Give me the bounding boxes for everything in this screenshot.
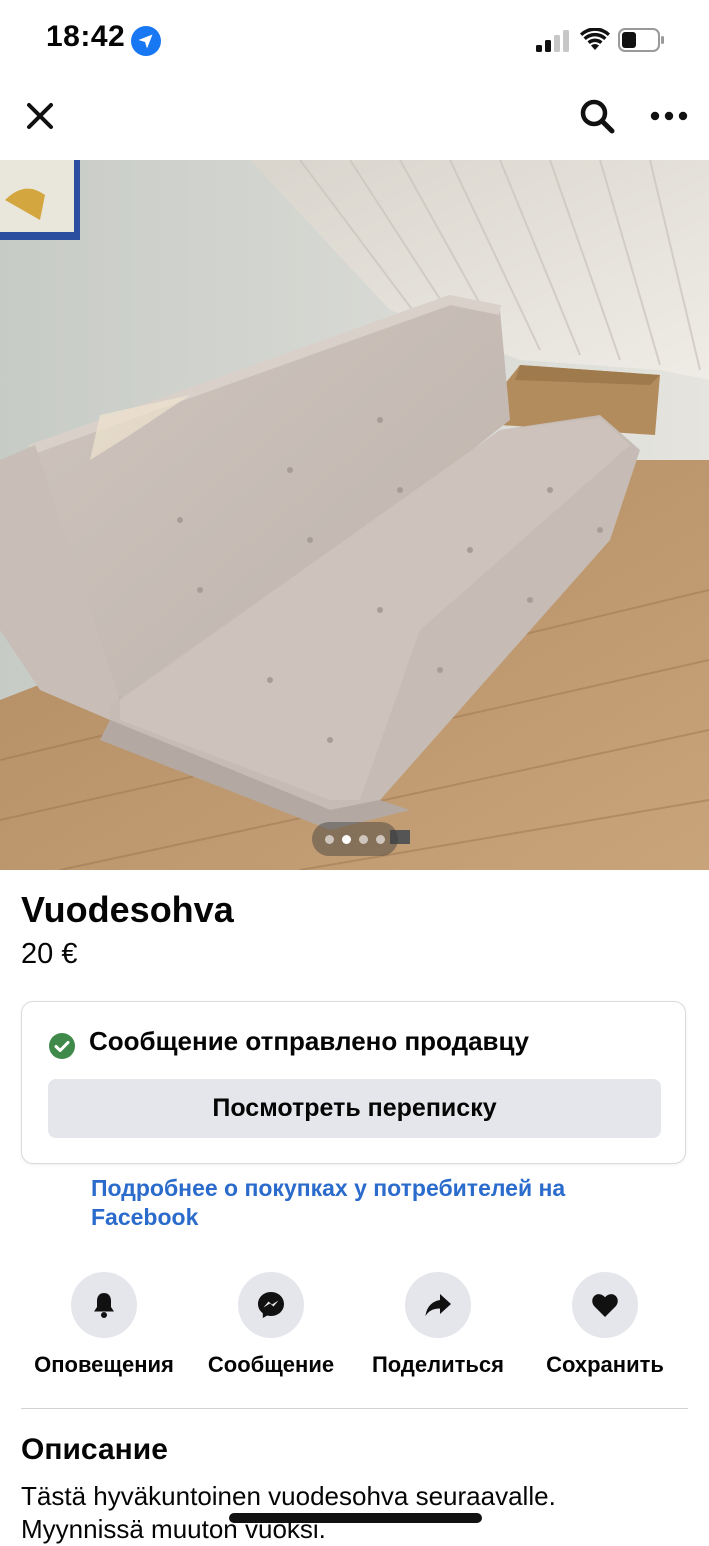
more-icon[interactable] <box>650 110 688 122</box>
message-status-text: Сообщение отправлено продавцу <box>89 1026 529 1056</box>
close-icon[interactable] <box>24 100 56 132</box>
section-divider <box>21 1408 688 1409</box>
action-label: Поделиться <box>371 1352 505 1377</box>
listing-price: 20 € <box>21 938 78 970</box>
pager-dot-active <box>342 835 351 844</box>
check-circle-icon <box>49 1033 75 1059</box>
pager-dot <box>325 835 334 844</box>
battery-icon <box>618 28 664 52</box>
message-sent-card: Сообщение отправлено продавцу Посмотреть… <box>21 1001 686 1164</box>
action-circle[interactable] <box>572 1272 638 1338</box>
learn-more-link[interactable]: Подробнее о покупках у потребителей на F… <box>91 1174 651 1232</box>
top-nav <box>0 80 709 160</box>
action-circle[interactable] <box>71 1272 137 1338</box>
save-action[interactable]: Сохранить <box>520 1272 690 1382</box>
cellular-signal-icon <box>536 30 569 52</box>
photo-pager <box>312 822 398 856</box>
status-bar: 18:42 <box>0 0 709 80</box>
search-icon[interactable] <box>578 97 616 135</box>
home-indicator[interactable] <box>229 1513 482 1523</box>
action-label: Сохранить <box>546 1352 664 1377</box>
location-arrow-icon <box>131 26 161 56</box>
listing-photo[interactable] <box>0 160 709 870</box>
notifications-action[interactable]: Оповещения <box>19 1272 189 1382</box>
view-conversation-button[interactable]: Посмотреть переписку <box>48 1079 661 1138</box>
share-action[interactable]: Поделиться <box>353 1272 523 1382</box>
message-action[interactable]: Сообщение <box>186 1272 356 1382</box>
share-icon <box>425 1294 451 1316</box>
sofa-image <box>0 160 709 870</box>
action-label: Оповещения <box>34 1352 174 1377</box>
messenger-icon <box>258 1292 284 1318</box>
listing-title: Vuodesohva <box>21 889 234 930</box>
pager-dot <box>376 835 385 844</box>
bell-icon <box>94 1293 114 1318</box>
action-label: Сообщение <box>207 1352 335 1377</box>
description-heading: Описание <box>21 1433 168 1466</box>
pager-dot <box>359 835 368 844</box>
wifi-icon <box>580 28 610 50</box>
status-time: 18:42 <box>46 20 126 53</box>
action-circle[interactable] <box>238 1272 304 1338</box>
heart-icon <box>592 1294 618 1317</box>
action-circle[interactable] <box>405 1272 471 1338</box>
